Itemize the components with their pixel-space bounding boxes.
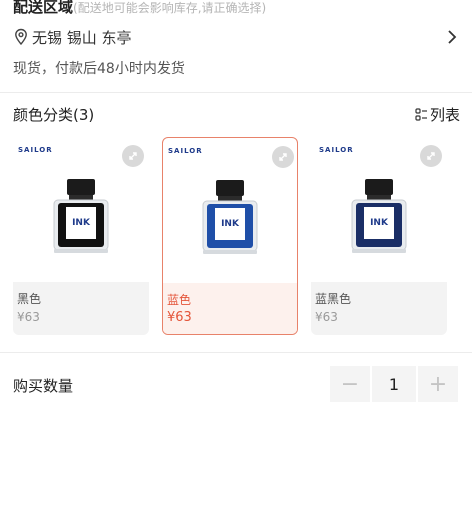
variant-image: SAILOR INK [311, 137, 447, 282]
zoom-icon[interactable] [122, 145, 144, 167]
variant-footer: 蓝色 ¥63 [163, 283, 297, 334]
variant-name: 黑色 [17, 292, 42, 306]
variant-price: ¥63 [315, 310, 338, 324]
increment-button[interactable]: + [418, 366, 458, 402]
location-text: 无锡 锡山 东亭 [32, 28, 132, 47]
list-view-icon [415, 107, 427, 121]
brand-logo: SAILOR [168, 147, 203, 155]
brand-logo: SAILOR [319, 146, 354, 154]
variant-price: ¥63 [167, 310, 192, 325]
variant-card-blue-black[interactable]: SAILOR INK 蓝黑色 ¥63 [311, 137, 447, 335]
bottle-label: INK [72, 218, 91, 228]
decrement-button[interactable]: − [330, 366, 370, 402]
variant-card-blue[interactable]: SAILOR INK 蓝色 ¥63 [162, 137, 298, 335]
chevron-right-icon[interactable] [446, 28, 458, 46]
location-pin-icon [15, 28, 27, 46]
variant-footer: 蓝黑色 ¥63 [311, 282, 447, 335]
divider [0, 92, 472, 93]
variant-image: SAILOR INK [13, 137, 149, 282]
zoom-icon[interactable] [272, 146, 294, 168]
shipping-note: 现货，付款后48小时内发货 [13, 61, 185, 77]
zoom-icon[interactable] [420, 145, 442, 167]
delivery-title-text: 配送区域 [13, 0, 74, 16]
quantity-stepper: − 1 + [330, 366, 458, 402]
quantity-label: 购买数量 [13, 377, 74, 395]
divider [0, 352, 472, 353]
ink-bottle-image: INK [53, 179, 109, 253]
list-view-toggle[interactable]: 列表 [415, 104, 460, 125]
variant-card-black[interactable]: SAILOR INK 黑色 ¥63 [13, 137, 149, 335]
variant-price: ¥63 [17, 310, 40, 324]
variant-name: 蓝色 [167, 293, 192, 307]
variant-name: 蓝黑色 [315, 292, 352, 306]
brand-logo: SAILOR [18, 146, 53, 154]
variant-image: SAILOR INK [163, 138, 297, 283]
list-view-label: 列表 [429, 105, 460, 124]
ink-bottle-image: INK [202, 180, 258, 254]
bottle-label: INK [221, 219, 240, 229]
variant-footer: 黑色 ¥63 [13, 282, 149, 335]
variant-section-header: 颜色分类(3) 列表 [13, 103, 460, 125]
location-selector[interactable]: 无锡 锡山 东亭 [13, 26, 458, 48]
quantity-value[interactable]: 1 [372, 366, 416, 402]
delivery-title: 配送区域(配送地可能会影响库存,请正确选择) [13, 0, 266, 17]
delivery-note: (配送地可能会影响库存,请正确选择) [73, 1, 267, 15]
ink-bottle-image: INK [351, 179, 407, 253]
bottle-label: INK [370, 218, 389, 228]
variant-section-title: 颜色分类(3) [13, 105, 95, 124]
